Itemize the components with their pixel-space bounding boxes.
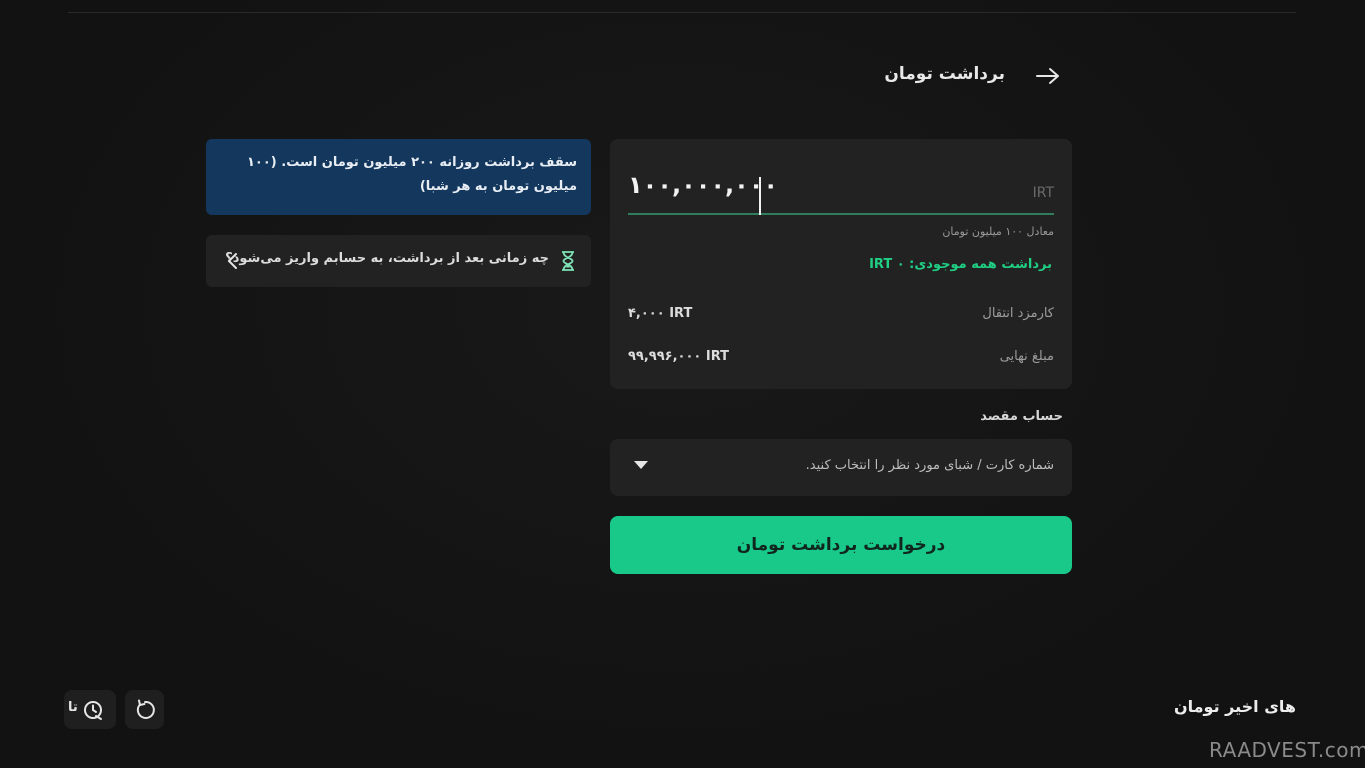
history-label: تا [68,700,78,715]
amount-input[interactable] [628,169,948,201]
text-caret [759,177,761,215]
refresh-icon [136,699,155,719]
fee-row: کارمزد انتقال ۴,۰۰۰ IRT [628,302,1054,324]
back-button[interactable] [1033,62,1063,90]
chevron-left-icon [228,253,237,269]
page-title: برداشت تومان [884,64,1005,84]
refresh-button[interactable] [125,690,164,729]
destination-placeholder: شماره کارت / شبای مورد نظر را انتخاب کنی… [805,458,1054,473]
top-divider [68,12,1296,13]
recent-transactions-title: های اخیر تومان [1173,697,1296,716]
withdraw-all-link[interactable]: برداشت همه موجودی: IRT ۰ [869,257,1052,272]
amount-field-wrapper: IRT [628,155,1054,215]
hourglass-icon [562,251,574,271]
destination-label: حساب مقصد [980,409,1063,424]
equivalent-text: معادل ۱۰۰ میلیون تومان [942,225,1054,238]
watermark: RAADVEST.com [1209,738,1365,762]
fee-label: کارمزد انتقال [982,305,1054,321]
submit-withdraw-button[interactable]: درخواست برداشت تومان [610,516,1072,574]
faq-text: چه زمانی بعد از برداشت، به حسابم واریز م… [225,251,549,266]
fee-value: ۴,۰۰۰ IRT [628,305,693,321]
caret-down-icon [634,461,648,469]
clock-history-icon [84,701,102,720]
currency-tag: IRT [1032,185,1054,201]
final-amount-value: ۹۹,۹۹۶,۰۰۰ IRT [628,348,730,364]
final-amount-row: مبلغ نهایی ۹۹,۹۹۶,۰۰۰ IRT [628,345,1054,367]
faq-deposit-time[interactable]: چه زمانی بعد از برداشت، به حسابم واریز م… [206,235,591,287]
withdraw-page: برداشت تومان IRT معادل ۱۰۰ میلیون تومان … [0,0,1365,768]
daily-limit-notice: سقف برداشت روزانه ۲۰۰ میلیون تومان است. … [206,139,591,215]
history-filter-button[interactable]: تا [64,690,116,729]
destination-select[interactable]: شماره کارت / شبای مورد نظر را انتخاب کنی… [610,439,1072,496]
final-amount-label: مبلغ نهایی [999,348,1054,364]
amount-card: IRT معادل ۱۰۰ میلیون تومان برداشت همه مو… [610,139,1072,389]
arrow-right-icon [1036,68,1059,84]
